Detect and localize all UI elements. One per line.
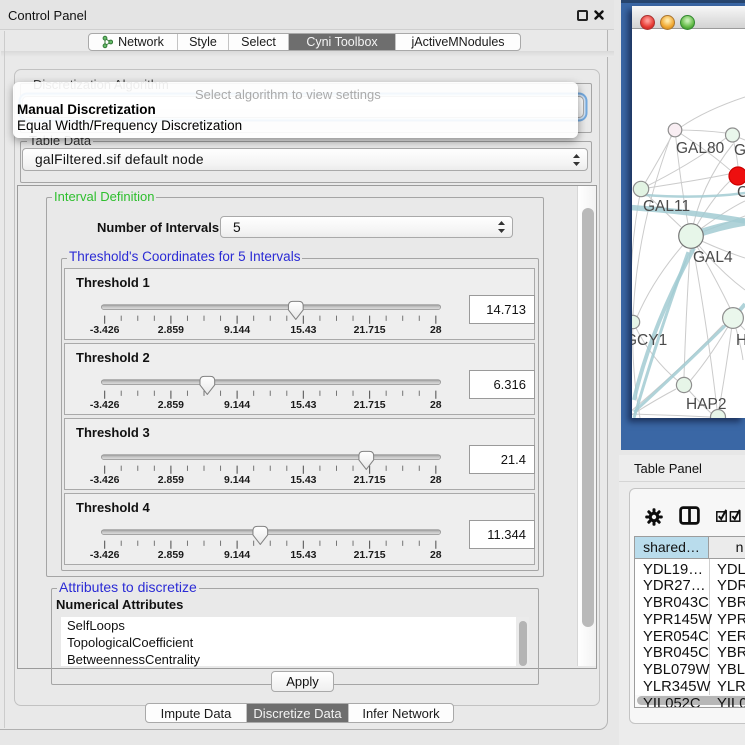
svg-text:2.859: 2.859: [158, 550, 184, 561]
svg-text:15.43: 15.43: [290, 400, 316, 411]
svg-text:28: 28: [430, 550, 442, 561]
svg-text:-3.426: -3.426: [90, 475, 120, 486]
svg-text:2.859: 2.859: [158, 475, 184, 486]
svg-text:21.715: 21.715: [354, 475, 386, 486]
svg-text:21.715: 21.715: [354, 550, 386, 561]
svg-text:GAL4: GAL4: [693, 249, 733, 266]
svg-text:GAL11: GAL11: [643, 198, 690, 215]
svg-text:9.144: 9.144: [224, 475, 250, 486]
svg-text:2.859: 2.859: [158, 400, 184, 411]
svg-text:15.43: 15.43: [290, 325, 316, 336]
svg-text:15.43: 15.43: [290, 475, 316, 486]
svg-text:9.144: 9.144: [224, 550, 250, 561]
svg-text:28: 28: [430, 475, 442, 486]
svg-text:-3.426: -3.426: [90, 550, 120, 561]
svg-text:-3.426: -3.426: [90, 325, 120, 336]
svg-text:-3.426: -3.426: [90, 400, 120, 411]
svg-text:15.43: 15.43: [290, 550, 316, 561]
svg-text:H: H: [736, 332, 745, 349]
svg-text:21.715: 21.715: [354, 400, 386, 411]
svg-text:28: 28: [430, 325, 442, 336]
svg-text:9.144: 9.144: [224, 400, 250, 411]
svg-text:C: C: [737, 184, 745, 201]
svg-text:HAP2: HAP2: [686, 396, 727, 413]
svg-text:G.: G.: [734, 142, 745, 159]
svg-text:GAL80: GAL80: [676, 140, 725, 157]
svg-text:21.715: 21.715: [354, 325, 386, 336]
svg-text:9.144: 9.144: [224, 325, 250, 336]
svg-text:GCY1: GCY1: [632, 332, 667, 349]
svg-text:28: 28: [430, 400, 442, 411]
svg-text:2.859: 2.859: [158, 325, 184, 336]
